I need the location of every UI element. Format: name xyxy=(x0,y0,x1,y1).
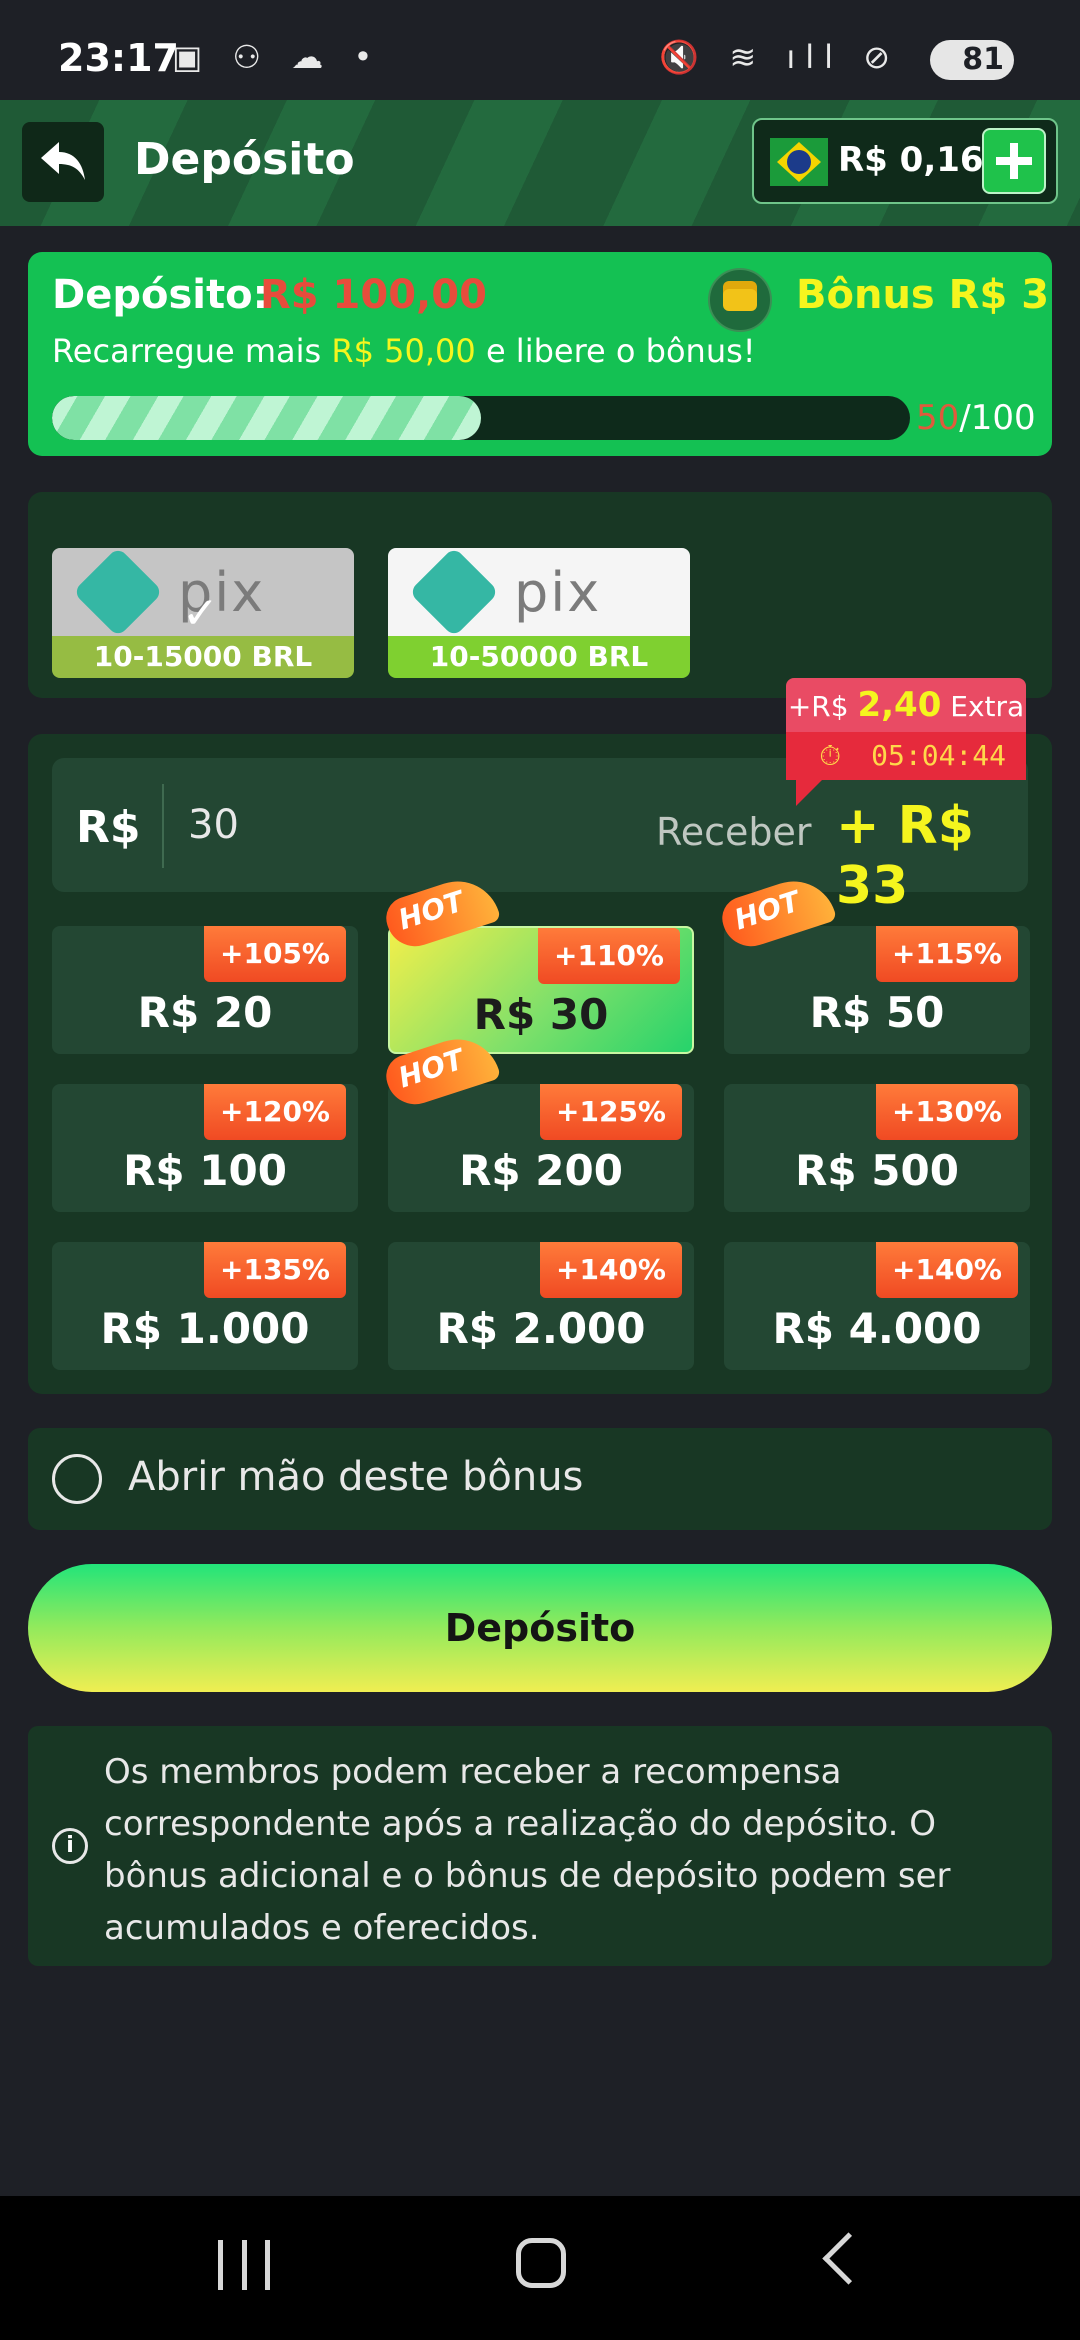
hot-flame-badge: HOT xyxy=(716,870,842,954)
currency-prefix: R$ xyxy=(76,802,141,853)
amount-option-value: R$ 20 xyxy=(137,988,273,1037)
coins-icon xyxy=(708,268,772,332)
extra-bonus-badge: +R$ 2,40 Extra ⏱ 05:04:44 xyxy=(786,678,1026,806)
amount-option-value: R$ 4.000 xyxy=(772,1304,982,1353)
bonus-instruction-prefix: Recarregue mais xyxy=(52,332,332,370)
system-nav-bar xyxy=(0,2196,1080,2340)
extra-prefix: +R$ xyxy=(787,690,858,723)
notification-icons: ▣ ⚇ ☁ • xyxy=(172,38,383,76)
bonus-instruction: Recarregue mais R$ 50,00 e libere o bônu… xyxy=(52,332,756,370)
badge-tail xyxy=(796,778,824,806)
bonus-percent-badge: +125% xyxy=(540,1084,682,1140)
balance-widget: R$ 0,16 xyxy=(752,118,1058,204)
status-time: 23:17 xyxy=(58,36,179,80)
info-text: Os membros podem receber a recompensa co… xyxy=(104,1752,951,1948)
progress-current: 50 xyxy=(916,398,960,438)
optout-radio[interactable] xyxy=(52,1454,102,1504)
amount-option[interactable]: +140% R$ 4.000 xyxy=(724,1242,1030,1370)
extra-suffix: Extra xyxy=(941,690,1025,723)
battery-indicator: 81 xyxy=(930,40,1014,80)
bonus-progress-count: 50/100 xyxy=(916,396,1036,440)
back-button[interactable] xyxy=(22,122,104,202)
bonus-percent-badge: +105% xyxy=(204,926,346,982)
checkmark-icon: ✓ xyxy=(182,588,219,639)
bonus-percent-badge: +110% xyxy=(538,928,680,984)
pix-mark-icon xyxy=(72,548,164,638)
payment-range: 10-50000 BRL xyxy=(388,636,690,678)
pix-logo: pix xyxy=(388,548,690,638)
bonus-percent-badge: +130% xyxy=(876,1084,1018,1140)
payment-method-pix-2[interactable]: pix 10-50000 BRL xyxy=(388,548,690,678)
receive-value: + R$ 33 xyxy=(836,796,974,916)
deposit-total-value: R$ 100,00 xyxy=(260,272,487,318)
divider xyxy=(162,784,164,868)
payment-method-pix-1[interactable]: pix 10-15000 BRL ✓ xyxy=(52,548,354,678)
amount-option-value: R$ 1.000 xyxy=(100,1304,310,1353)
amount-option[interactable]: +120% R$ 100 xyxy=(52,1084,358,1212)
timer-value: 05:04:44 xyxy=(871,739,1006,772)
amount-input[interactable] xyxy=(186,794,570,856)
amount-option-value: R$ 2.000 xyxy=(436,1304,646,1353)
system-icons: 🔇 ≋ ıll ⊘ xyxy=(659,38,900,76)
stopwatch-icon: ⏱ xyxy=(819,739,842,772)
progress-total: /100 xyxy=(959,398,1036,438)
bonus-progress-card: Depósito: R$ 100,00 Bônus R$ 3 Recarregu… xyxy=(28,252,1052,456)
bonus-instruction-amount: R$ 50,00 xyxy=(331,332,476,370)
optout-label: Abrir mão deste bônus xyxy=(128,1454,584,1500)
amount-panel: R$ Receber + R$ 33 +105%R$ 20+110%R$ 30H… xyxy=(28,734,1052,1394)
hot-flame-badge: HOT xyxy=(380,870,506,954)
bonus-percent-badge: +120% xyxy=(204,1084,346,1140)
bonus-percent-badge: +115% xyxy=(876,926,1018,982)
payment-method-panel: pix 10-15000 BRL ✓ pix 10-50000 BRL xyxy=(28,492,1052,698)
amount-option[interactable]: +105% R$ 20 xyxy=(52,926,358,1054)
amount-option-value: R$ 500 xyxy=(795,1146,959,1195)
amount-option-value: R$ 30 xyxy=(473,990,609,1039)
status-bar: 23:17 ▣ ⚇ ☁ • 🔇 ≋ ıll ⊘ 81 xyxy=(0,0,1080,100)
amount-option[interactable]: +135% R$ 1.000 xyxy=(52,1242,358,1370)
payment-range: 10-15000 BRL xyxy=(52,636,354,678)
back-arrow-icon xyxy=(41,142,85,180)
add-funds-button[interactable] xyxy=(982,128,1046,194)
pix-logo-text: pix xyxy=(514,560,602,624)
amount-option-value: R$ 200 xyxy=(459,1146,623,1195)
brazil-flag-icon xyxy=(770,138,828,186)
bonus-amount: Bônus R$ 3 xyxy=(796,272,1050,318)
pix-mark-icon xyxy=(408,548,500,638)
bonus-instruction-suffix: e libere o bônus! xyxy=(475,332,756,370)
bonus-optout-row[interactable]: Abrir mão deste bônus xyxy=(28,1428,1052,1530)
bonus-percent-badge: +135% xyxy=(204,1242,346,1298)
back-icon[interactable] xyxy=(822,2232,875,2285)
deposit-total-label: Depósito: xyxy=(52,272,269,318)
plus-icon xyxy=(996,143,1032,179)
page-title: Depósito xyxy=(134,134,355,185)
bonus-percent-badge: +140% xyxy=(540,1242,682,1298)
deposit-button[interactable]: Depósito xyxy=(28,1564,1052,1692)
extra-bonus-timer: ⏱ 05:04:44 xyxy=(786,732,1026,780)
home-icon[interactable] xyxy=(516,2238,566,2288)
bonus-percent-badge: +140% xyxy=(876,1242,1018,1298)
bonus-progress-fill xyxy=(52,396,481,440)
amount-option-value: R$ 100 xyxy=(123,1146,287,1195)
recent-apps-icon[interactable] xyxy=(218,2240,270,2290)
bonus-progress-bar xyxy=(52,396,910,440)
amount-option[interactable]: +140% R$ 2.000 xyxy=(388,1242,694,1370)
info-icon: i xyxy=(52,1828,88,1864)
balance-amount: R$ 0,16 xyxy=(838,140,984,180)
extra-bonus-amount: +R$ 2,40 Extra xyxy=(786,678,1026,732)
info-box: i Os membros podem receber a recompensa … xyxy=(28,1726,1052,1966)
extra-value: 2,40 xyxy=(857,685,942,725)
receive-label: Receber xyxy=(656,810,812,854)
hot-flame-badge: HOT xyxy=(380,1028,506,1112)
amount-option[interactable]: +130% R$ 500 xyxy=(724,1084,1030,1212)
amount-option-value: R$ 50 xyxy=(809,988,945,1037)
